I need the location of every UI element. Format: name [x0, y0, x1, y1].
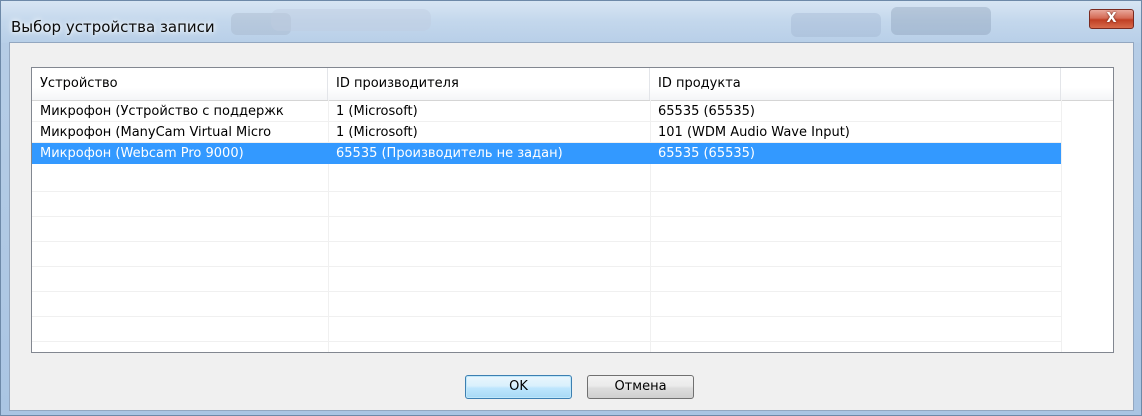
cell-product-id: 101 (WDM Audio Wave Input) — [658, 125, 850, 140]
cell-vendor-id: 1 (Microsoft) — [336, 125, 418, 140]
grid-line — [32, 291, 1061, 292]
cell-device: Микрофон (ManyCam Virtual Micro — [40, 125, 272, 140]
column-header-device[interactable]: Устройство — [32, 68, 328, 100]
cell-vendor-id: 65535 (Производитель не задан) — [336, 146, 563, 161]
cell-vendor-id: 1 (Microsoft) — [336, 104, 418, 119]
grid-line — [32, 216, 1061, 217]
grid-line — [32, 241, 1061, 242]
background-blur — [271, 9, 431, 31]
grid-line — [1061, 100, 1062, 352]
column-header-filler — [1061, 68, 1113, 100]
device-list[interactable]: Устройство ID производителя ID продукта … — [31, 67, 1114, 353]
cell-device: Микрофон (Webcam Pro 9000) — [40, 146, 244, 161]
background-blur — [891, 7, 991, 35]
grid-line — [32, 191, 1061, 192]
table-row[interactable]: Микрофон (Устройство с поддержк 1 (Micro… — [32, 101, 1061, 122]
table-row[interactable]: Микрофон (ManyCam Virtual Micro 1 (Micro… — [32, 122, 1061, 143]
close-button[interactable]: X — [1089, 9, 1134, 29]
ok-button[interactable]: OK — [465, 375, 572, 399]
grid-line — [32, 316, 1061, 317]
table-row-selected[interactable]: Микрофон (Webcam Pro 9000) 65535 (Произв… — [32, 143, 1061, 164]
list-header: Устройство ID производителя ID продукта — [32, 68, 1113, 101]
column-header-vendor-id[interactable]: ID производителя — [328, 68, 650, 100]
dialog-window: Выбор устройства записи X Устройство ID … — [0, 0, 1142, 416]
grid-line — [32, 266, 1061, 267]
column-header-product-id[interactable]: ID продукта — [650, 68, 1061, 100]
background-blur — [791, 13, 881, 37]
cell-product-id: 65535 (65535) — [658, 104, 755, 119]
dialog-body: Устройство ID производителя ID продукта … — [9, 42, 1134, 411]
close-icon: X — [1106, 11, 1117, 26]
cell-product-id: 65535 (65535) — [658, 146, 755, 161]
window-title: Выбор устройства записи — [11, 18, 215, 36]
cell-device: Микрофон (Устройство с поддержк — [40, 104, 284, 119]
cancel-button[interactable]: Отмена — [587, 375, 694, 399]
title-bar[interactable]: Выбор устройства записи X — [1, 1, 1141, 43]
grid-line — [32, 341, 1061, 342]
